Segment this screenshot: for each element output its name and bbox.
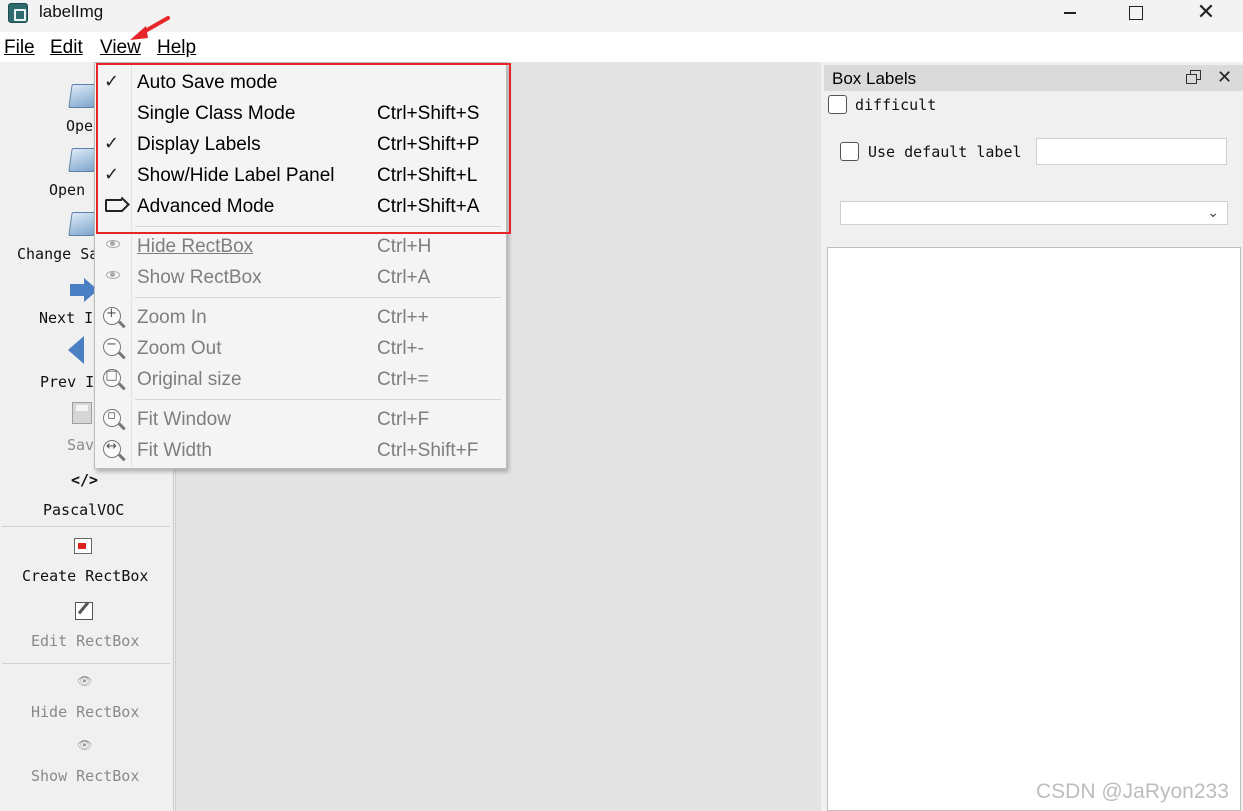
tool-label: Edit RectBox	[31, 632, 140, 650]
zoom-out-icon: −	[103, 337, 121, 356]
tool-label: Show RectBox	[31, 767, 140, 785]
menu-item-label: Fit Width	[137, 440, 212, 461]
title-bar: labelImg ✕	[0, 0, 1243, 32]
menu-item-zoom-in[interactable]: + Zoom In Ctrl++	[95, 303, 506, 333]
menu-item-zoom-out[interactable]: − Zoom Out Ctrl+-	[95, 334, 506, 364]
close-button[interactable]: ✕	[1171, 0, 1241, 26]
menu-item-show-rectbox[interactable]: Show RectBox Ctrl+A	[95, 263, 506, 293]
dock-title-bar: Box Labels ✕	[824, 65, 1243, 91]
default-label-input[interactable]	[1036, 138, 1227, 165]
tool-label: Ope	[66, 117, 94, 135]
fit-window-icon: ▫	[103, 408, 121, 427]
eye-icon	[106, 271, 120, 279]
maximize-button[interactable]	[1101, 0, 1171, 26]
box-labels-dock: Box Labels ✕ difficult Use default label…	[824, 62, 1243, 811]
fit-width-icon: ↔	[103, 439, 121, 458]
minimize-button[interactable]	[1035, 0, 1105, 26]
tool-label: Change Sa	[17, 245, 99, 263]
code-icon: </>	[71, 471, 99, 489]
use-default-label-checkbox[interactable]	[840, 142, 859, 161]
tool-label: Create RectBox	[22, 567, 149, 585]
tool-show-rectbox[interactable]: 👁 Show RectBox	[0, 736, 172, 792]
menu-bar: File Edit View Help	[0, 32, 1243, 62]
dock-title: Box Labels	[832, 69, 917, 88]
save-icon	[72, 402, 92, 424]
eye-icon: 👁	[77, 738, 93, 752]
menu-separator	[135, 399, 501, 400]
label-combo-box[interactable]: ⌄	[840, 201, 1228, 225]
tool-label: Sav	[67, 436, 95, 454]
menu-item-shortcut: Ctrl+H	[377, 236, 432, 257]
watermark-text: CSDN @JaRyon233	[1036, 780, 1229, 803]
menu-item-shortcut: Ctrl++	[377, 307, 429, 328]
maximize-icon	[1129, 6, 1143, 20]
menu-item-label: Fit Window	[137, 409, 231, 430]
tool-hide-rectbox[interactable]: 👁 Hide RectBox	[0, 672, 172, 728]
arrow-right-icon	[70, 284, 84, 296]
menu-item-fit-window[interactable]: ▫ Fit Window Ctrl+F	[95, 405, 506, 435]
menu-item-label: Original size	[137, 369, 242, 390]
tool-format-pascalvoc[interactable]: </> PascalVOC	[0, 468, 172, 526]
dock-float-icon[interactable]	[1186, 70, 1201, 84]
window-title: labelImg	[39, 2, 104, 21]
menu-item-shortcut: Ctrl+=	[377, 369, 429, 390]
create-rectbox-icon	[74, 538, 92, 554]
use-default-label-text: Use default label	[868, 143, 1022, 161]
menu-item-shortcut: Ctrl+-	[377, 338, 424, 359]
annotation-arrow-icon	[130, 16, 170, 40]
app-icon	[8, 3, 28, 23]
menu-item-hide-rectbox[interactable]: Hide RectBox Ctrl+H	[95, 232, 506, 262]
menu-separator	[135, 297, 501, 298]
menu-item-fit-width[interactable]: ↔ Fit Width Ctrl+Shift+F	[95, 436, 506, 466]
dock-close-icon[interactable]: ✕	[1217, 67, 1232, 88]
minimize-icon	[1064, 12, 1076, 14]
menu-file[interactable]: File	[4, 37, 35, 59]
menu-item-shortcut: Ctrl+A	[377, 267, 431, 288]
menu-item-original-size[interactable]: □ Original size Ctrl+=	[95, 365, 506, 395]
menu-item-label: Zoom In	[137, 307, 207, 328]
tool-create-rectbox[interactable]: Create RectBox	[0, 534, 172, 590]
zoom-original-icon: □	[103, 368, 121, 387]
menu-item-shortcut: Ctrl+Shift+F	[377, 440, 479, 461]
tool-label: Open	[49, 181, 86, 199]
menu-file-label: File	[4, 37, 35, 58]
tool-edit-rectbox[interactable]: Edit RectBox	[0, 598, 172, 658]
difficult-label: difficult	[855, 96, 937, 114]
toolbar-separator	[2, 526, 170, 527]
chevron-down-icon: ⌄	[1207, 204, 1219, 220]
menu-item-label: Show RectBox	[137, 267, 262, 288]
menu-item-label: Hide RectBox	[137, 236, 254, 257]
menu-edit[interactable]: Edit	[50, 37, 83, 59]
close-icon: ✕	[1196, 0, 1216, 25]
difficult-checkbox[interactable]	[828, 95, 847, 114]
zoom-in-icon: +	[103, 306, 121, 325]
tool-label: Next I	[39, 309, 94, 327]
menu-item-label: Zoom Out	[137, 338, 222, 359]
tool-label: Hide RectBox	[31, 703, 140, 721]
edit-rectbox-icon	[75, 602, 93, 620]
eye-icon: 👁	[77, 674, 93, 688]
tool-label: Prev I	[40, 373, 95, 391]
annotation-highlight-box	[96, 63, 511, 234]
menu-edit-label: Edit	[50, 37, 83, 58]
toolbar-separator	[2, 663, 170, 664]
label-list[interactable]	[827, 247, 1241, 811]
eye-icon	[106, 240, 120, 248]
menu-item-shortcut: Ctrl+F	[377, 409, 430, 430]
arrow-left-icon	[68, 336, 84, 364]
tool-label: PascalVOC	[43, 501, 125, 519]
